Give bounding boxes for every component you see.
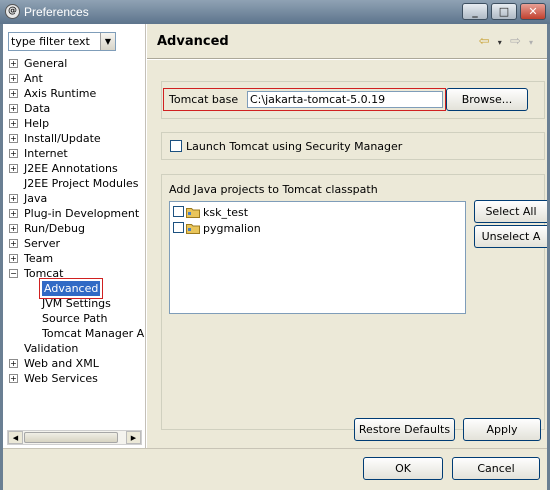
security-manager-label: Launch Tomcat using Security Manager xyxy=(186,140,403,153)
cancel-button[interactable]: Cancel xyxy=(452,457,540,480)
tree-item-label: Install/Update xyxy=(24,132,101,145)
security-manager-checkbox[interactable] xyxy=(170,140,182,152)
expand-icon[interactable]: + xyxy=(9,74,18,83)
tree-item-label: Source Path xyxy=(42,312,108,325)
filter-dropdown-arrow-icon[interactable]: ▼ xyxy=(100,33,115,50)
dialog-button-bar: OK Cancel xyxy=(3,448,547,490)
expand-icon[interactable]: + xyxy=(9,374,18,383)
tree-item-label: Tomcat xyxy=(24,267,64,280)
tree-item-label: Server xyxy=(24,237,61,250)
preference-page: Advanced ⇦ ▾ ⇨ ▾ Tomcat base C:\jakarta-… xyxy=(147,24,547,448)
tree-item-label: Plug-in Development xyxy=(24,207,140,220)
expand-icon[interactable]: + xyxy=(9,239,18,248)
select-all-button[interactable]: Select All xyxy=(474,200,547,223)
project-checkbox[interactable] xyxy=(173,206,184,217)
project-name: pygmalion xyxy=(203,222,261,235)
tree-item-label: Ant xyxy=(24,72,43,85)
tree-item-label: General xyxy=(24,57,68,70)
expand-icon[interactable]: + xyxy=(9,59,18,68)
expand-icon[interactable]: + xyxy=(9,134,18,143)
collapse-icon[interactable]: − xyxy=(9,269,18,278)
apply-button[interactable]: Apply xyxy=(463,418,541,441)
scroll-right-icon[interactable]: ▶ xyxy=(126,431,141,444)
maximize-button[interactable]: □ xyxy=(491,3,517,20)
close-button[interactable]: ✕ xyxy=(520,3,546,20)
ok-button[interactable]: OK xyxy=(363,457,443,480)
tree-item-label: Web and XML xyxy=(24,357,99,370)
forward-arrow-icon[interactable]: ⇨ xyxy=(510,34,521,49)
project-folder-icon xyxy=(186,208,200,218)
tree-item-label: Advanced xyxy=(38,278,104,299)
tree-item-label: Validation xyxy=(24,342,79,355)
tree-item-label: Tomcat Manager A xyxy=(42,327,145,340)
forward-dropdown-icon[interactable]: ▾ xyxy=(529,38,533,47)
tree-item-label: Help xyxy=(24,117,50,130)
tree-item-label: J2EE Annotations xyxy=(24,162,118,175)
filter-input[interactable]: type filter text ▼ xyxy=(8,32,116,51)
expand-icon[interactable]: + xyxy=(9,164,18,173)
project-checkbox[interactable] xyxy=(173,222,184,233)
tree-item-label: Run/Debug xyxy=(24,222,85,235)
page-title: Advanced xyxy=(157,34,229,49)
expand-icon[interactable]: + xyxy=(9,194,18,203)
project-folder-icon xyxy=(186,224,200,234)
scrollbar-thumb[interactable] xyxy=(24,432,118,443)
expand-icon[interactable]: + xyxy=(9,209,18,218)
preferences-tree-pane: type filter text ▼ + General + Ant + Axi… xyxy=(3,24,146,448)
expand-icon[interactable]: + xyxy=(9,149,18,158)
expand-icon[interactable]: + xyxy=(9,224,18,233)
tree-item-label: Team xyxy=(24,252,54,265)
tree-horizontal-scrollbar[interactable]: ◀ ▶ xyxy=(7,430,142,445)
expand-icon[interactable]: + xyxy=(9,104,18,113)
back-arrow-icon[interactable]: ⇦ xyxy=(479,34,490,49)
expand-icon[interactable]: + xyxy=(9,119,18,128)
unselect-all-button[interactable]: Unselect A xyxy=(474,225,547,248)
restore-defaults-button[interactable]: Restore Defaults xyxy=(354,418,455,441)
tomcat-base-row: Tomcat base C:\jakarta-tomcat-5.0.19 xyxy=(163,88,446,111)
eclipse-app-icon: @ xyxy=(5,4,20,19)
tree-item-label: JVM Settings xyxy=(42,297,111,310)
tree-item-label: Data xyxy=(24,102,51,115)
back-dropdown-icon[interactable]: ▾ xyxy=(498,38,502,47)
expand-icon[interactable]: + xyxy=(9,89,18,98)
history-nav: ⇦ ▾ ⇨ ▾ xyxy=(475,34,533,49)
tree-item-label: Java xyxy=(24,192,48,205)
project-name: ksk_test xyxy=(203,206,249,219)
scroll-left-icon[interactable]: ◀ xyxy=(8,431,23,444)
expand-icon[interactable]: + xyxy=(9,359,18,368)
minimize-button[interactable]: _ xyxy=(462,3,488,20)
tomcat-base-input[interactable]: C:\jakarta-tomcat-5.0.19 xyxy=(247,91,443,108)
tomcat-base-label: Tomcat base xyxy=(169,93,239,106)
expand-icon[interactable]: + xyxy=(9,254,18,263)
classpath-label: Add Java projects to Tomcat classpath xyxy=(169,183,378,196)
tree-item-label: Internet xyxy=(24,147,68,160)
project-list[interactable]: ksk_test pygmalion xyxy=(169,201,466,314)
window-titlebar: @ Preferences _ □ ✕ xyxy=(0,0,550,24)
window-title: Preferences xyxy=(24,5,89,19)
tree-item-label: Web Services xyxy=(24,372,98,385)
title-separator xyxy=(147,58,547,60)
browse-button[interactable]: Browse... xyxy=(446,88,528,111)
tree-item-label: Axis Runtime xyxy=(24,87,97,100)
tree-item-label: J2EE Project Modules xyxy=(24,177,139,190)
filter-input-text: type filter text xyxy=(11,35,90,48)
